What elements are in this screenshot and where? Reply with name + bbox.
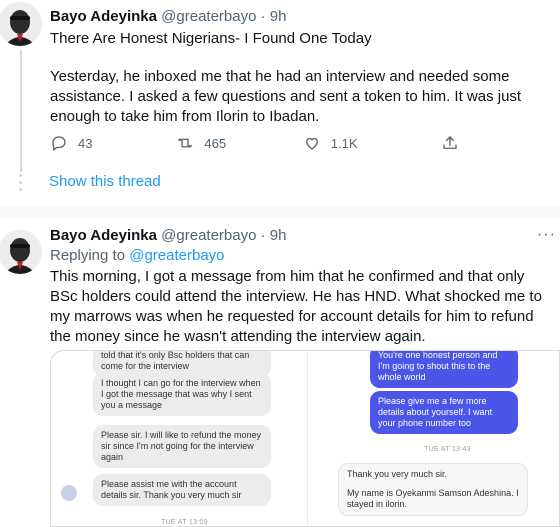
- separator: ·: [260, 8, 266, 25]
- tweet-actions: 43 465 1.1K: [50, 134, 480, 152]
- tweet-header: Bayo Adeyinka @greaterbayo · 9h: [50, 8, 286, 25]
- reply-count: 43: [78, 135, 93, 151]
- separator: ·: [260, 227, 266, 244]
- avatar[interactable]: [0, 230, 42, 274]
- tweet-body: Yesterday, he inboxed me that he had an …: [50, 68, 522, 125]
- message-bubble: Thank you very much sir. My name is Oyek…: [338, 463, 528, 516]
- more-options-icon[interactable]: ···: [537, 226, 556, 244]
- replying-handle-link[interactable]: @greaterbayo: [129, 247, 224, 264]
- replying-to: Replying to @greaterbayo: [50, 247, 225, 264]
- reply-icon: [52, 136, 66, 152]
- timestamp[interactable]: 9h: [270, 227, 287, 244]
- share-icon: [443, 136, 457, 149]
- share-button[interactable]: [441, 134, 480, 152]
- author-handle[interactable]: @greaterbayo: [161, 8, 256, 25]
- chat-pane-left: told that it's only Bsc holders that can…: [51, 351, 306, 526]
- thread-ellipsis: [19, 174, 22, 191]
- timestamp[interactable]: 9h: [270, 8, 287, 25]
- tweet-header: Bayo Adeyinka @greaterbayo · 9h: [50, 227, 286, 244]
- avatar[interactable]: [0, 2, 42, 46]
- author-name[interactable]: Bayo Adeyinka: [50, 227, 157, 244]
- like-count: 1.1K: [330, 135, 358, 151]
- sender-avatar: [61, 485, 77, 501]
- reply-button[interactable]: 43: [50, 134, 176, 152]
- retweet-icon: [178, 138, 193, 148]
- retweet-button[interactable]: 465: [176, 134, 302, 152]
- attached-screenshot[interactable]: told that it's only Bsc holders that can…: [50, 350, 560, 527]
- message-line: My name is Oyekanmi Samson Adeshina. I s…: [347, 488, 519, 509]
- divider: [0, 206, 560, 218]
- message-line: Thank you very much sir.: [347, 469, 448, 479]
- tweet-title: There Are Honest Nigerians- I Found One …: [50, 30, 372, 47]
- author-name[interactable]: Bayo Adeyinka: [50, 8, 157, 25]
- message-bubble: I thought I can go for the interview whe…: [93, 373, 271, 416]
- show-thread-link[interactable]: Show this thread: [49, 173, 161, 190]
- author-handle[interactable]: @greaterbayo: [161, 227, 256, 244]
- tweet-reply[interactable]: Bayo Adeyinka @greaterbayo · 9h ··· Repl…: [0, 220, 560, 527]
- message-timestamp: TUE AT 13:43: [424, 446, 471, 453]
- tweet-body: This morning, I got a message from him t…: [50, 268, 542, 345]
- heart-icon: [305, 137, 318, 150]
- chat-pane-right: You're one honest person and I'm going t…: [307, 351, 559, 526]
- tweet-main[interactable]: Bayo Adeyinka @greaterbayo · 9h There Ar…: [0, 0, 560, 172]
- thread-line: [20, 50, 22, 172]
- message-bubble: Please assist me with the account detail…: [93, 474, 271, 506]
- like-button[interactable]: 1.1K: [303, 134, 429, 152]
- message-bubble-sent: Please give me a few more details about …: [370, 391, 518, 434]
- message-bubble-sent: You're one honest person and I'm going t…: [370, 351, 518, 388]
- retweet-count: 465: [204, 135, 227, 151]
- message-bubble: Please sir. I will like to refund the mo…: [93, 425, 271, 468]
- replying-prefix: Replying to: [50, 247, 130, 264]
- message-timestamp: TUE AT 13:09: [161, 519, 208, 526]
